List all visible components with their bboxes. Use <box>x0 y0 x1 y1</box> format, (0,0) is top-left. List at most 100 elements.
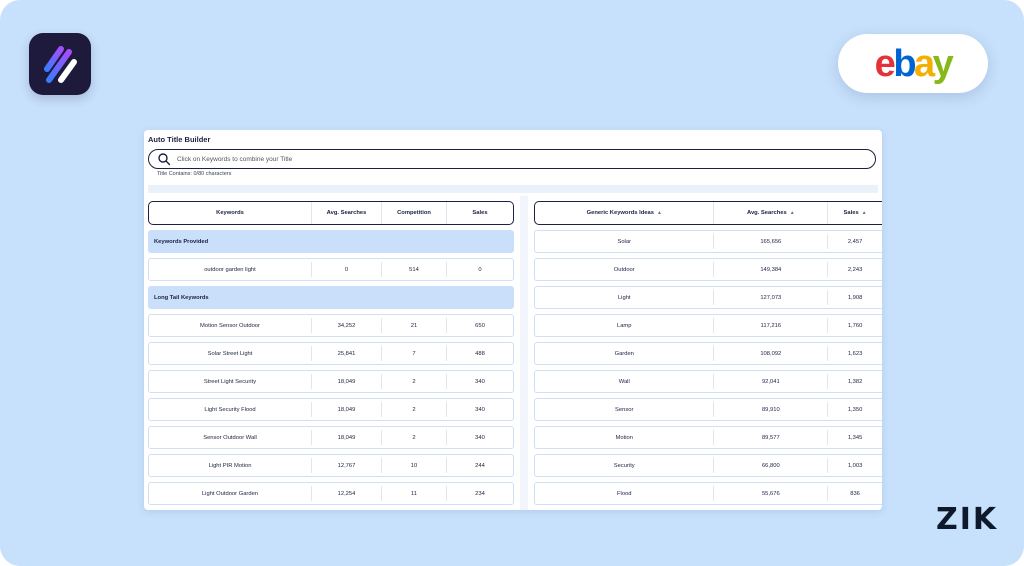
avg-searches-cell: 149,384 <box>714 262 829 277</box>
zik-logo: ZIK <box>936 502 999 537</box>
table-row[interactable]: Street Light Security 18,049 2 340 <box>148 370 514 393</box>
keyword-cell[interactable]: Motion Sensor Outdoor <box>149 318 312 333</box>
table-row[interactable]: Sensor 89,910 1,350 <box>534 398 882 421</box>
table-row[interactable]: Outdoor 149,384 2,243 <box>534 258 882 281</box>
keyword-cell[interactable]: Light Security Flood <box>149 402 312 417</box>
avg-searches-cell: 117,216 <box>714 318 829 333</box>
keyword-cell[interactable]: Street Light Security <box>149 374 312 389</box>
keyword-cell[interactable]: Solar Street Light <box>149 346 312 361</box>
table-row[interactable]: Garden 108,092 1,623 <box>534 342 882 365</box>
sales-cell: 244 <box>475 462 485 469</box>
ebay-logo: ebay <box>874 42 954 85</box>
keyword-cell[interactable]: Solar <box>535 234 715 249</box>
keyword-cell[interactable]: Garden <box>535 346 715 361</box>
sales-cell: 340 <box>475 434 485 441</box>
sales-cell: 234 <box>475 490 485 497</box>
title-builder-card: Auto Title Builder Title Contains: 0/80 … <box>144 130 882 510</box>
sales-cell: 0 <box>478 266 482 273</box>
column-header-label: Avg. Searches <box>746 210 787 216</box>
sales-cell: 1,345 <box>847 434 863 441</box>
column-header-sales[interactable]: Sales ▲ <box>828 202 882 224</box>
sales-cell: 2,457 <box>847 238 863 245</box>
app-logo-icon <box>29 33 91 95</box>
avg-searches-cell: 25,841 <box>312 346 382 361</box>
avg-searches-cell: 34,252 <box>312 318 382 333</box>
keyword-cell[interactable]: Sensor Outdoor Wall <box>149 430 312 445</box>
search-bar[interactable] <box>148 149 876 169</box>
sales-cell: 836 <box>850 490 860 497</box>
table-row[interactable]: Flood 55,676 836 <box>534 482 882 505</box>
keywords-table-header: Keywords Avg. Searches Competition Sales <box>148 201 514 225</box>
search-input[interactable] <box>177 155 777 163</box>
sales-cell: 1,623 <box>847 350 863 357</box>
avg-searches-cell: 108,092 <box>714 346 829 361</box>
sales-cell: 488 <box>475 350 485 357</box>
column-header-sales[interactable]: Sales <box>447 202 513 224</box>
sales-cell: 1,003 <box>847 462 863 469</box>
table-row[interactable]: Motion 89,577 1,345 <box>534 426 882 449</box>
keyword-cell[interactable]: Flood <box>535 486 715 501</box>
slashes-icon <box>44 46 77 83</box>
table-row[interactable]: Light PIR Motion 12,767 10 244 <box>148 454 514 477</box>
table-row[interactable]: Lamp 117,216 1,760 <box>534 314 882 337</box>
competition-cell: 11 <box>382 486 447 501</box>
table-row[interactable]: Security 66,800 1,003 <box>534 454 882 477</box>
keyword-cell[interactable]: Wall <box>535 374 715 389</box>
avg-searches-cell: 66,800 <box>714 458 829 473</box>
table-row[interactable]: Solar 165,656 2,457 <box>534 230 882 253</box>
keyword-cell[interactable]: Light PIR Motion <box>149 458 312 473</box>
keyword-cell[interactable]: Sensor <box>535 402 715 417</box>
table-row[interactable]: Solar Street Light 25,841 7 488 <box>148 342 514 365</box>
avg-searches-cell: 18,049 <box>312 374 382 389</box>
keyword-cell[interactable]: Outdoor <box>535 262 715 277</box>
column-header-competition[interactable]: Competition <box>382 202 447 224</box>
avg-searches-cell: 165,656 <box>714 234 829 249</box>
sales-cell: 1,382 <box>847 378 863 385</box>
table-row[interactable]: Light Outdoor Garden 12,254 11 234 <box>148 482 514 505</box>
sales-cell: 340 <box>475 378 485 385</box>
sales-cell: 1,760 <box>847 322 863 329</box>
column-header-avg-searches[interactable]: Avg. Searches ▲ <box>714 202 829 224</box>
column-header-keywords[interactable]: Keywords <box>149 202 312 224</box>
generic-keywords-table-header: Generic Keywords Ideas ▲ Avg. Searches ▲ S… <box>534 201 882 225</box>
table-row[interactable]: outdoor garden light 0 514 0 <box>148 258 514 281</box>
section-long-tail-keywords: Long Tail Keywords <box>148 286 514 309</box>
competition-cell: 2 <box>382 374 447 389</box>
keyword-cell[interactable]: Light <box>535 290 715 305</box>
keyword-cell[interactable]: Security <box>535 458 715 473</box>
avg-searches-cell: 127,073 <box>714 290 829 305</box>
selected-title-strip <box>148 185 878 193</box>
keyword-cell[interactable]: Light Outdoor Garden <box>149 486 312 501</box>
competition-cell: 2 <box>382 430 447 445</box>
sort-icon[interactable]: ▲ <box>790 210 795 216</box>
sort-icon[interactable]: ▲ <box>657 210 662 216</box>
avg-searches-cell: 12,254 <box>312 486 382 501</box>
sales-cell: 340 <box>475 406 485 413</box>
sales-cell: 1,350 <box>847 406 863 413</box>
keyword-cell[interactable]: Lamp <box>535 318 715 333</box>
table-row[interactable]: Wall 92,041 1,382 <box>534 370 882 393</box>
generic-keywords-table: Generic Keywords Ideas ▲ Avg. Searches ▲ S… <box>534 201 882 505</box>
avg-searches-cell: 18,049 <box>312 402 382 417</box>
avg-searches-cell: 89,577 <box>714 430 829 445</box>
column-header-avg-searches[interactable]: Avg. Searches <box>312 202 382 224</box>
table-row[interactable]: Motion Sensor Outdoor 34,252 21 650 <box>148 314 514 337</box>
avg-searches-cell: 12,767 <box>312 458 382 473</box>
title-character-count: Title Contains: 0/80 characters <box>157 171 232 177</box>
avg-searches-cell: 89,910 <box>714 402 829 417</box>
column-header-generic-keywords[interactable]: Generic Keywords Ideas ▲ <box>535 202 715 224</box>
table-row[interactable]: Light Security Flood 18,049 2 340 <box>148 398 514 421</box>
panel-divider <box>520 196 528 510</box>
card-title: Auto Title Builder <box>148 135 211 144</box>
avg-searches-cell: 55,676 <box>714 486 829 501</box>
competition-cell: 514 <box>382 262 447 277</box>
search-icon <box>158 153 171 166</box>
table-row[interactable]: Sensor Outdoor Wall 18,049 2 340 <box>148 426 514 449</box>
keyword-cell[interactable]: outdoor garden light <box>149 262 312 277</box>
avg-searches-cell: 0 <box>312 262 382 277</box>
sort-icon[interactable]: ▲ <box>862 210 867 216</box>
ebay-badge: ebay <box>838 34 988 93</box>
keyword-cell[interactable]: Motion <box>535 430 715 445</box>
table-row[interactable]: Light 127,073 1,908 <box>534 286 882 309</box>
competition-cell: 21 <box>382 318 447 333</box>
